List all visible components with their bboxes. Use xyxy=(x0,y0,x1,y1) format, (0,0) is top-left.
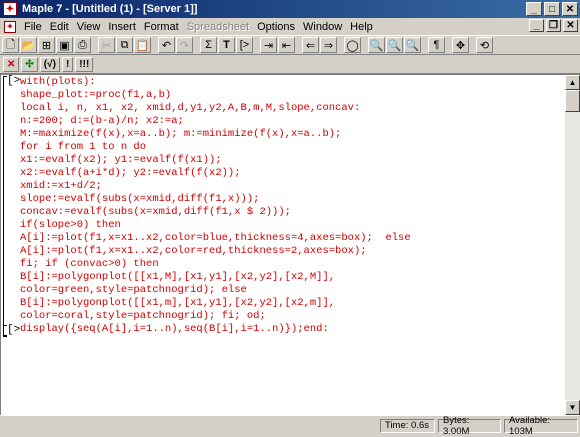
minimize-button[interactable]: _ xyxy=(526,2,542,16)
code-line[interactable]: with(plots): xyxy=(20,76,96,89)
title-bar: ✦ Maple 7 - [Untitled (1) - [Server 1]] … xyxy=(0,0,580,18)
zoom-100-icon[interactable]: 🔍 xyxy=(368,37,385,53)
context-toolbar: ✕ ✣ (√) ! !!! xyxy=(0,55,580,74)
vertical-scrollbar[interactable]: ▲ ▼ xyxy=(565,74,580,415)
insert-math-icon[interactable]: Σ xyxy=(200,37,217,53)
window-title: Maple 7 - [Untitled (1) - [Server 1]] xyxy=(22,3,198,15)
print-icon[interactable]: ⎙ xyxy=(74,37,91,53)
save-icon[interactable]: ▣ xyxy=(56,37,73,53)
redo-icon[interactable]: ↷ xyxy=(176,37,193,53)
code-line[interactable]: B[i]:=polygonplot([[x1,M],[x1,y1],[x2,y2… xyxy=(20,271,335,284)
zoom-200-icon[interactable]: 🔍 xyxy=(404,37,421,53)
code-line[interactable]: if(slope>0) then xyxy=(20,219,121,232)
menu-spreadsheet: Spreadsheet xyxy=(186,20,250,33)
stop-icon[interactable]: ◯ xyxy=(344,37,361,53)
scroll-down-icon[interactable]: ▼ xyxy=(565,400,580,415)
menu-help[interactable]: Help xyxy=(350,21,373,33)
execute-worksheet-button[interactable]: !!! xyxy=(75,56,94,72)
status-time: Time: 0.6s xyxy=(380,418,435,433)
insert-text-icon[interactable]: T xyxy=(218,37,235,53)
back-icon[interactable]: ⇐ xyxy=(302,37,319,53)
cut-icon[interactable]: ✂ xyxy=(98,37,115,53)
undo-icon[interactable]: ↶ xyxy=(158,37,175,53)
code-line[interactable]: B[i]:=polygonplot([[x1,m],[x1,y1],[x2,y2… xyxy=(20,297,335,310)
menu-format[interactable]: Format xyxy=(144,21,179,33)
doc-restore-button[interactable]: ❐ xyxy=(546,19,561,32)
code-line[interactable]: xmid:=x1+d/2; xyxy=(20,180,102,193)
empty-input-prompt[interactable]: [> xyxy=(7,324,20,336)
code-line[interactable]: concav:=evalf(subs(x=xmid,diff(f1,x $ 2)… xyxy=(20,206,291,219)
menu-options[interactable]: Options xyxy=(257,21,295,33)
code-line[interactable]: A[i]:=plot(f1,x=x1..x2,color=red,thickne… xyxy=(20,245,367,258)
insert-prompt-icon[interactable]: [> xyxy=(236,37,253,53)
execute-group-button[interactable]: ! xyxy=(61,56,74,72)
zoom-150-icon[interactable]: 🔍 xyxy=(386,37,403,53)
paragraph-marks-icon[interactable]: ¶ xyxy=(428,37,445,53)
window-controls: _ □ ✕ xyxy=(524,2,578,16)
status-bar: Time: 0.6s Bytes: 3.00M Available: 103M xyxy=(0,415,580,437)
outdent-icon[interactable]: ⇤ xyxy=(278,37,295,53)
code-line[interactable]: M:=maximize(f(x),x=a..b); m:=minimize(f(… xyxy=(20,128,341,141)
forward-icon[interactable]: ⇒ xyxy=(320,37,337,53)
expand-sections-icon[interactable]: ✥ xyxy=(452,37,469,53)
open-url-icon[interactable]: ⊞ xyxy=(38,37,55,53)
menu-edit[interactable]: Edit xyxy=(50,21,69,33)
maximize-button[interactable]: □ xyxy=(544,2,560,16)
code-line[interactable]: A[i]:=plot(f1,x=x1..x2,color=blue,thickn… xyxy=(20,232,411,245)
code-line[interactable]: local i, n, x1, x2, xmid,d,y1,y2,A,B,m,M… xyxy=(20,102,360,115)
toggle-math-input-button[interactable]: (√) xyxy=(39,56,60,72)
document-window-controls: _ ❐ ✕ xyxy=(527,19,578,32)
code-line[interactable]: x1:=evalf(x2); y1:=evalf(f(x1)); xyxy=(20,154,222,167)
open-file-icon[interactable]: 📂 xyxy=(20,37,37,53)
status-available: Available: 103M xyxy=(504,415,578,437)
worksheet[interactable]: [> with(plots): shape_plot:=proc(f1,a,b)… xyxy=(0,74,565,415)
new-file-icon[interactable]: 🗋 xyxy=(2,37,19,53)
input-prompt: [> xyxy=(7,75,21,87)
menu-view[interactable]: View xyxy=(77,21,101,33)
document-menu-icon[interactable]: ✦ xyxy=(4,20,16,33)
menu-insert[interactable]: Insert xyxy=(108,21,136,33)
toggle-input-icon[interactable]: ✕ xyxy=(3,56,20,72)
close-button[interactable]: ✕ xyxy=(562,2,578,16)
doc-minimize-button[interactable]: _ xyxy=(529,19,544,32)
status-bytes: Bytes: 3.00M xyxy=(438,415,501,437)
code-line[interactable]: slope:=evalf(subs(x=xmid,diff(f1,x))); xyxy=(20,193,259,206)
code-line[interactable]: fi; if (convac>0) then xyxy=(20,258,159,271)
indent-icon[interactable]: ⇥ xyxy=(260,37,277,53)
code-line[interactable]: for i from 1 to n do xyxy=(20,141,146,154)
execution-group-bracket[interactable] xyxy=(3,76,7,336)
menu-file[interactable]: File xyxy=(24,21,42,33)
maple-leaf-icon[interactable]: ✦ xyxy=(3,2,17,16)
menu-window[interactable]: Window xyxy=(303,21,342,33)
main-toolbar: 🗋 📂 ⊞ ▣ ⎙ ✂ ⧉ 📋 ↶ ↷ Σ T [> ⇥ ⇤ ⇐ ⇒ ◯ 🔍 🔍… xyxy=(0,35,580,55)
scrollbar-thumb[interactable] xyxy=(565,90,580,112)
copy-icon[interactable]: ⧉ xyxy=(116,37,133,53)
paste-icon[interactable]: 📋 xyxy=(134,37,151,53)
code-line[interactable]: x2:=evalf(a+i*d); y2:=evalf(f(x2)); xyxy=(20,167,241,180)
code-line[interactable]: display({seq(A[i],i=1..n),seq(B[i],i=1..… xyxy=(20,323,329,336)
menu-bar: ✦ File Edit View Insert Format Spreadshe… xyxy=(0,18,580,35)
code-line[interactable]: shape_plot:=proc(f1,a,b) xyxy=(20,89,171,102)
code-line[interactable]: color=green,style=patchnogrid); else xyxy=(20,284,247,297)
toggle-mode-icon[interactable]: ✣ xyxy=(21,56,38,72)
doc-close-button[interactable]: ✕ xyxy=(563,19,578,32)
scroll-up-icon[interactable]: ▲ xyxy=(565,75,580,90)
code-line[interactable]: color=coral,style=patchnogrid); fi; od; xyxy=(20,310,266,323)
code-line[interactable]: n:=200; d:=(b-a)/n; x2:=a; xyxy=(20,115,184,128)
restart-icon[interactable]: ⟲ xyxy=(476,37,493,53)
